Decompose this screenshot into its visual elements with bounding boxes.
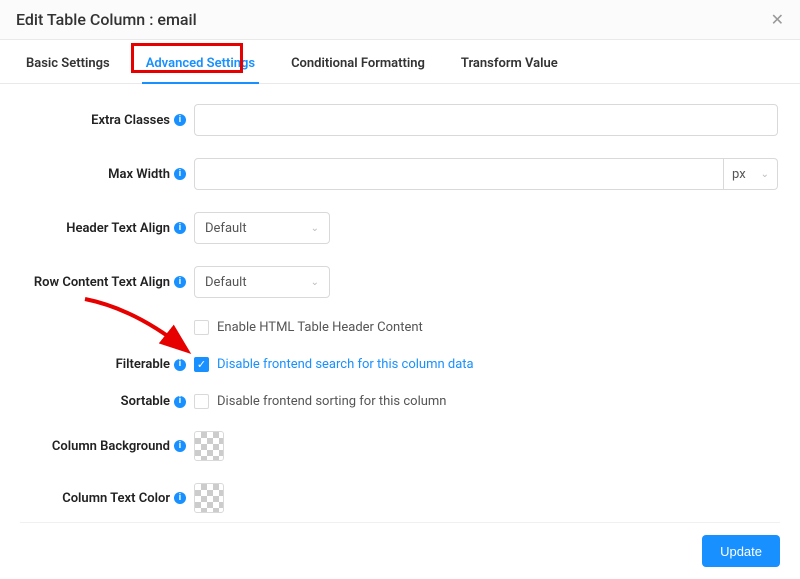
row-sortable: Sortable i Disable frontend sorting for …: [22, 394, 778, 409]
info-icon[interactable]: i: [174, 114, 186, 126]
dialog-header: Edit Table Column : email ✕: [0, 0, 800, 40]
info-icon[interactable]: i: [174, 359, 186, 371]
edit-column-dialog: Edit Table Column : email ✕ Basic Settin…: [0, 0, 800, 579]
row-content-text-align-select[interactable]: Default ⌄: [194, 266, 330, 298]
label-sortable: Sortable i: [22, 394, 194, 409]
max-width-unit-select[interactable]: px ⌄: [724, 158, 778, 190]
row-enable-html-header: Enable HTML Table Header Content: [22, 320, 778, 335]
enable-html-header-label: Enable HTML Table Header Content: [217, 320, 423, 335]
filterable-label: Disable frontend search for this column …: [217, 357, 474, 372]
dialog-footer: Update: [20, 522, 780, 567]
row-header-text-align: Header Text Align i Default ⌄: [22, 212, 778, 244]
row-column-text-color: Column Text Color i: [22, 483, 778, 513]
dialog-title: Edit Table Column : email: [16, 10, 197, 29]
info-icon[interactable]: i: [174, 396, 186, 408]
tab-conditional-formatting[interactable]: Conditional Formatting: [287, 50, 429, 83]
tab-transform-value[interactable]: Transform Value: [457, 50, 562, 83]
tabs-nav: Basic Settings Advanced Settings Conditi…: [0, 40, 800, 84]
extra-classes-input[interactable]: [194, 104, 778, 136]
row-extra-classes: Extra Classes i: [22, 104, 778, 136]
row-column-background: Column Background i: [22, 431, 778, 461]
info-icon[interactable]: i: [174, 276, 186, 288]
row-row-content-text-align: Row Content Text Align i Default ⌄: [22, 266, 778, 298]
info-icon[interactable]: i: [174, 222, 186, 234]
enable-html-header-checkbox[interactable]: [194, 320, 209, 335]
filterable-checkbox[interactable]: [194, 357, 209, 372]
label-extra-classes: Extra Classes i: [22, 113, 194, 128]
info-icon[interactable]: i: [174, 440, 186, 452]
update-button[interactable]: Update: [702, 535, 780, 567]
label-max-width: Max Width i: [22, 167, 194, 182]
label-column-background: Column Background i: [22, 439, 194, 454]
chevron-down-icon: ⌄: [311, 277, 319, 288]
row-filterable: Filterable i Disable frontend search for…: [22, 357, 778, 372]
close-icon[interactable]: ✕: [771, 12, 784, 28]
tab-basic-settings[interactable]: Basic Settings: [22, 50, 114, 83]
chevron-down-icon: ⌄: [311, 223, 319, 234]
max-width-input[interactable]: [194, 158, 724, 190]
info-icon[interactable]: i: [174, 168, 186, 180]
column-text-color-colorpicker[interactable]: [194, 483, 224, 513]
label-filterable: Filterable i: [22, 357, 194, 372]
form-area: Extra Classes i Max Width i px ⌄ H: [0, 84, 800, 533]
column-background-colorpicker[interactable]: [194, 431, 224, 461]
tab-advanced-settings[interactable]: Advanced Settings: [142, 50, 259, 83]
label-header-text-align: Header Text Align i: [22, 221, 194, 236]
info-icon[interactable]: i: [174, 492, 186, 504]
header-text-align-select[interactable]: Default ⌄: [194, 212, 330, 244]
sortable-label: Disable frontend sorting for this column: [217, 394, 447, 409]
label-column-text-color: Column Text Color i: [22, 491, 194, 506]
sortable-checkbox[interactable]: [194, 394, 209, 409]
label-row-content-text-align: Row Content Text Align i: [22, 275, 194, 290]
row-max-width: Max Width i px ⌄: [22, 158, 778, 190]
chevron-down-icon: ⌄: [761, 169, 769, 180]
